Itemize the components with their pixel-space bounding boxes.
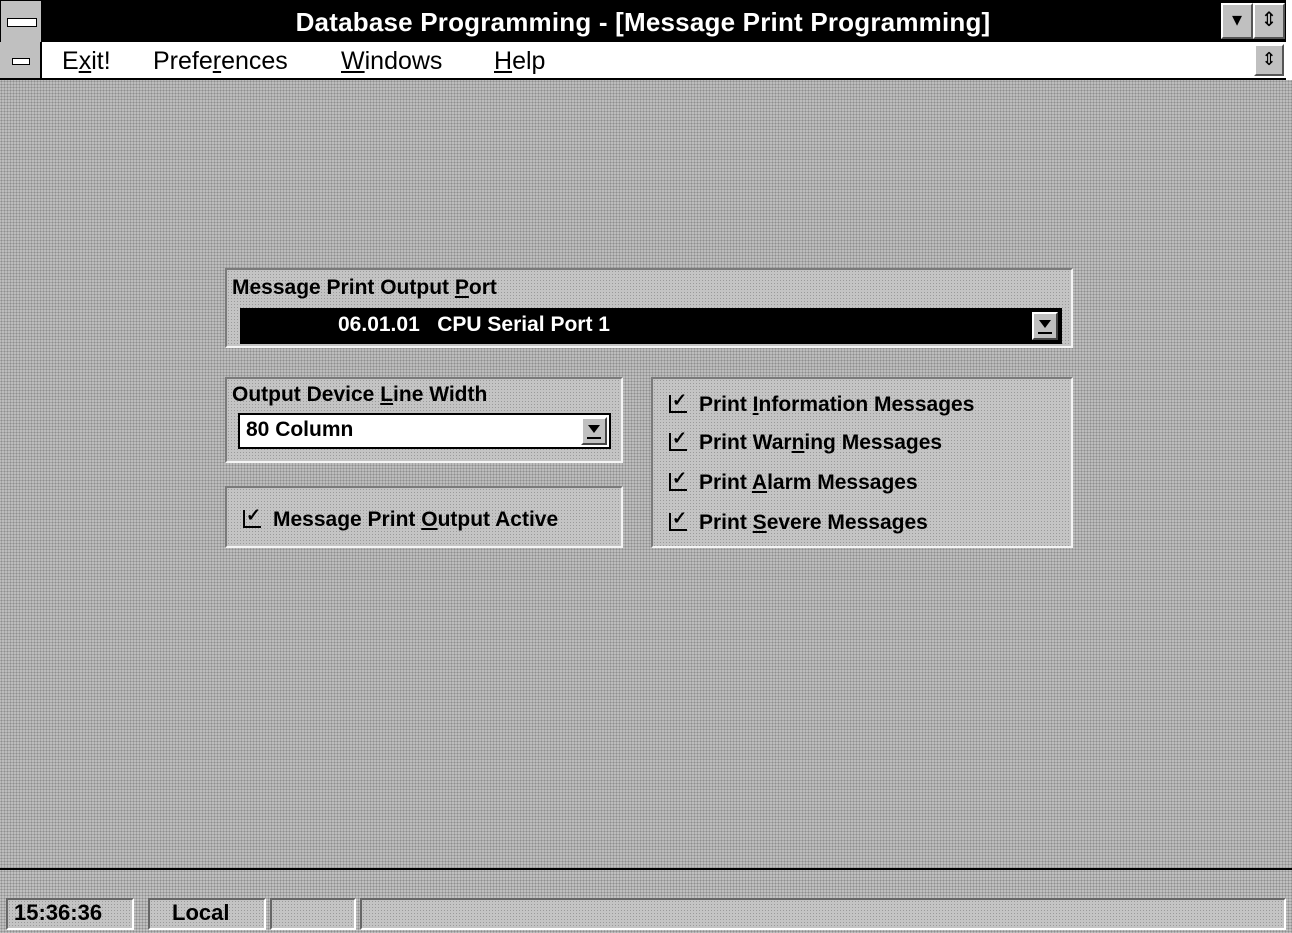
menu-windows-text-rest: indows xyxy=(364,47,443,75)
status-empty-1 xyxy=(270,898,356,930)
print-warning-accel: n xyxy=(791,431,805,454)
output-port-group: Message Print Output Port 06.01.01 CPU S… xyxy=(225,268,1073,348)
print-alarm-check-icon xyxy=(669,471,687,491)
menu-help-text-rest: elp xyxy=(512,47,546,75)
print-alarm-text-rest: larm Messages xyxy=(767,471,918,494)
print-severe-label: Print Severe Messages xyxy=(699,511,928,535)
print-warning-check-icon xyxy=(669,431,687,451)
output-port-select[interactable]: 06.01.01 CPU Serial Port 1 xyxy=(240,308,1062,344)
menu-preferences-text-rest: ences xyxy=(221,47,288,75)
print-warning-text-rest: ing Messages xyxy=(804,431,943,454)
menu-windows-accel: W xyxy=(341,47,365,75)
print-warning-label: Print Warning Messages xyxy=(699,431,942,455)
document-restore-icon: ⇕ xyxy=(1261,49,1277,69)
output-port-label-accel: P xyxy=(454,276,469,299)
document-system-menu-icon xyxy=(12,58,30,65)
minimize-icon: ▾ xyxy=(1231,9,1243,31)
maximize-restore-button[interactable]: ⇕ xyxy=(1253,3,1285,39)
line-width-value: 80 Column xyxy=(246,418,354,441)
menu-preferences[interactable]: Preferences xyxy=(153,47,288,76)
menu-exit-text: E xyxy=(62,47,79,75)
line-width-select[interactable]: 80 Column xyxy=(238,413,611,449)
print-severe-text-rest: evere Messages xyxy=(766,511,928,534)
status-time: 15:36:36 xyxy=(6,898,134,930)
print-alarm-text: Print xyxy=(699,471,752,494)
message-types-group: Print Information Messages Print Warning… xyxy=(651,377,1073,548)
client-area: Message Print Output Port 06.01.01 CPU S… xyxy=(0,80,1292,868)
print-information-text-rest: nformation Messages xyxy=(758,393,975,416)
line-width-dropdown-arrow-icon[interactable] xyxy=(581,417,607,445)
output-active-group: Message Print Output Active xyxy=(225,486,623,548)
output-port-label-text: Message Print Output xyxy=(232,276,455,299)
output-active-label-accel: O xyxy=(421,508,438,531)
output-active-label-text-rest: utput Active xyxy=(437,508,559,531)
output-port-value: 06.01.01 CPU Serial Port 1 xyxy=(338,313,610,336)
line-width-group: Output Device Line Width 80 Column xyxy=(225,377,623,463)
output-active-label: Message Print Output Active xyxy=(273,508,558,532)
output-active-label-text: Message Print xyxy=(273,508,422,531)
line-width-label: Output Device Line Width xyxy=(232,383,487,407)
print-severe-text: Print xyxy=(699,511,753,534)
restore-icon: ⇕ xyxy=(1260,9,1278,31)
line-width-label-accel: L xyxy=(380,383,394,406)
line-width-label-text-rest: ine Width xyxy=(393,383,488,406)
menu-exit-text-rest: it! xyxy=(91,47,111,75)
document-restore-button[interactable]: ⇕ xyxy=(1254,44,1284,76)
status-bar: 15:36:36 Local xyxy=(0,868,1292,933)
print-information-label: Print Information Messages xyxy=(699,393,974,417)
output-port-label-text-rest: ort xyxy=(468,276,497,299)
status-mode: Local xyxy=(148,898,266,930)
print-information-text: Print xyxy=(699,393,753,416)
print-warning-text: Print War xyxy=(699,431,792,454)
print-alarm-accel: A xyxy=(751,471,768,494)
minimize-button[interactable]: ▾ xyxy=(1221,3,1253,39)
title-bar: Database Programming - [Message Print Pr… xyxy=(0,0,1286,43)
menu-bar: Exit! Preferences Windows Help ⇕ xyxy=(0,42,1286,80)
window-title: Database Programming - [Message Print Pr… xyxy=(295,7,991,37)
menu-exit[interactable]: Exit! xyxy=(62,47,111,76)
menu-preferences-text: Prefe xyxy=(153,47,213,75)
menu-help[interactable]: Help xyxy=(494,47,545,76)
print-information-check-icon xyxy=(669,393,687,413)
menu-windows[interactable]: Windows xyxy=(341,47,442,76)
menu-preferences-accel: r xyxy=(212,47,222,75)
print-alarm-label: Print Alarm Messages xyxy=(699,471,918,495)
output-port-dropdown-arrow-icon[interactable] xyxy=(1032,312,1058,340)
status-message-area xyxy=(360,898,1286,930)
print-severe-accel: S xyxy=(752,511,767,534)
menu-help-accel: H xyxy=(494,47,513,75)
menu-exit-accel: x xyxy=(78,47,92,75)
line-width-label-text: Output Device xyxy=(232,383,381,406)
document-system-menu-button[interactable] xyxy=(0,42,42,78)
print-severe-check-icon xyxy=(669,511,687,531)
output-port-label: Message Print Output Port xyxy=(232,276,497,300)
output-active-check-icon xyxy=(243,508,261,528)
